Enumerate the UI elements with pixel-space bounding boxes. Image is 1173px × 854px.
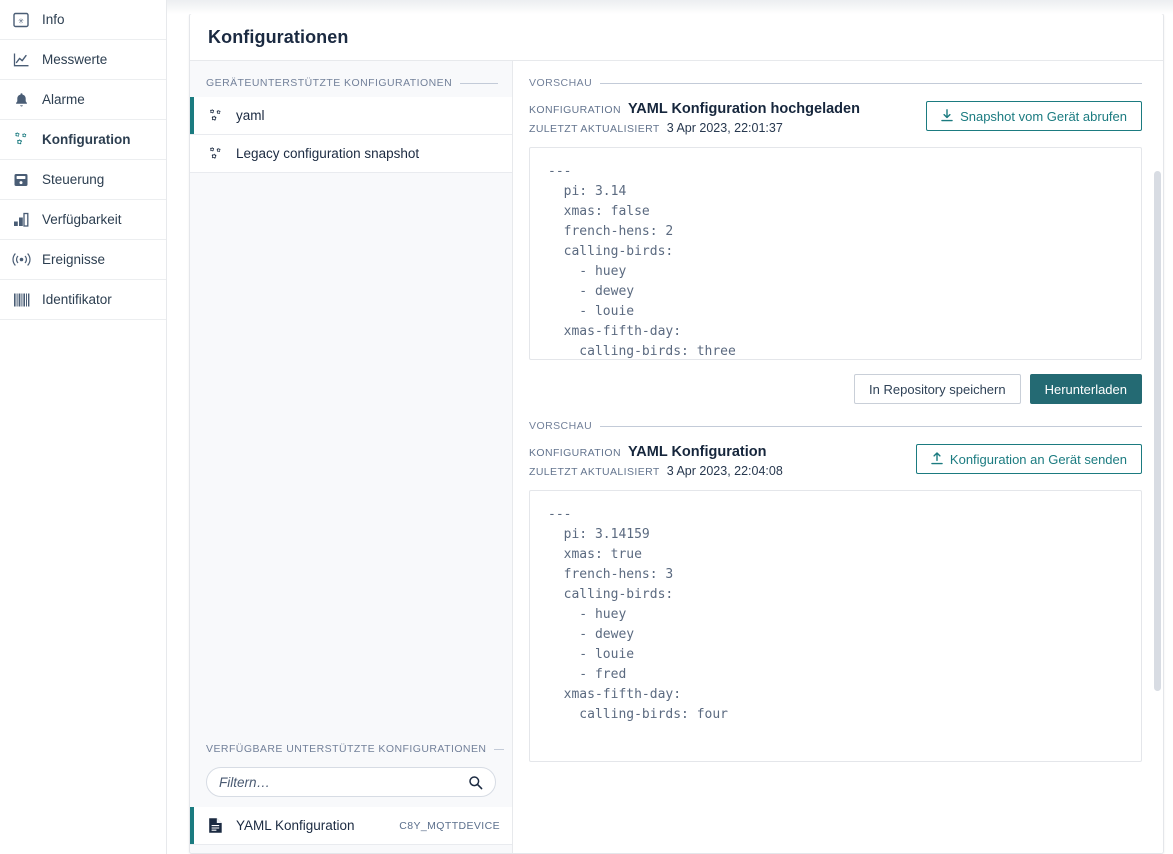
list-item-label: yaml xyxy=(236,107,265,123)
sidebar-item-label: Ereignisse xyxy=(42,251,106,267)
last-updated-key-label: ZULETZT AKTUALISIERT xyxy=(529,123,660,135)
broadcast-icon xyxy=(11,250,31,270)
search-icon[interactable] xyxy=(468,775,483,790)
filter-wrapper xyxy=(190,763,512,807)
card-body: GERÄTEUNTERSTÜTZTE KONFIGURATIONEN yaml … xyxy=(190,61,1163,853)
app-root: ✳ Info Messwerte Alarme Konfiguration St… xyxy=(0,0,1173,854)
preview-top-legend: VORSCHAU xyxy=(529,77,1142,89)
preview-column: VORSCHAU KONFIGURATION YAML Konfiguratio… xyxy=(513,61,1163,853)
filter-box[interactable] xyxy=(206,767,496,797)
legend-rule xyxy=(460,82,498,84)
send-configuration-button[interactable]: Konfiguration an Gerät senden xyxy=(915,444,1142,474)
configuration-key-label: KONFIGURATION xyxy=(529,104,621,116)
preview-bottom-code-box: --- pi: 3.14159 xmas: true french-hens: … xyxy=(529,490,1142,762)
preview-top-meta-text: KONFIGURATION YAML Konfiguration hochgel… xyxy=(529,101,860,135)
last-updated-row: ZULETZT AKTUALISIERT 3 Apr 2023, 22:01:3… xyxy=(529,121,860,135)
legend-rule xyxy=(600,425,1142,427)
sidebar-item-info[interactable]: ✳ Info xyxy=(0,0,166,40)
preview-bottom-code: --- pi: 3.14159 xmas: true french-hens: … xyxy=(548,507,729,722)
sidebar-item-verfuegbarkeit[interactable]: Verfügbarkeit xyxy=(0,200,166,240)
download-icon xyxy=(941,108,953,124)
file-document-icon xyxy=(206,817,224,835)
preview-top-code: --- pi: 3.14 xmas: false french-hens: 2 … xyxy=(548,164,736,359)
preview-bottom-legend: VORSCHAU xyxy=(529,420,1142,432)
preview-bottom: VORSCHAU KONFIGURATION YAML Konfiguratio… xyxy=(513,404,1163,762)
configuration-key-label: KONFIGURATION xyxy=(529,447,621,459)
last-updated-value: 3 Apr 2023, 22:01:37 xyxy=(666,121,783,135)
send-configuration-label: Konfiguration an Gerät senden xyxy=(949,451,1127,467)
last-updated-row: ZULETZT AKTUALISIERT 3 Apr 2023, 22:04:0… xyxy=(529,464,783,478)
gears-icon xyxy=(206,107,224,125)
configuration-list-column: GERÄTEUNTERSTÜTZTE KONFIGURATIONEN yaml … xyxy=(190,61,513,853)
preview-scrollbar[interactable] xyxy=(1153,61,1162,841)
device-supported-list: yaml Legacy configuration snapshot xyxy=(190,97,512,173)
bell-icon xyxy=(11,90,31,110)
sidebar-item-messwerte[interactable]: Messwerte xyxy=(0,40,166,80)
save-to-repository-button[interactable]: In Repository speichern xyxy=(854,374,1021,404)
sidebar: ✳ Info Messwerte Alarme Konfiguration St… xyxy=(0,0,167,854)
search-input[interactable] xyxy=(219,774,468,790)
sidebar-item-label: Steuerung xyxy=(42,171,105,187)
device-supported-legend: GERÄTEUNTERSTÜTZTE KONFIGURATIONEN xyxy=(190,61,512,97)
sidebar-item-label: Alarme xyxy=(42,91,85,107)
configuration-name-row: KONFIGURATION YAML Konfiguration xyxy=(529,444,783,460)
fetch-snapshot-label: Snapshot vom Gerät abrufen xyxy=(960,108,1127,124)
available-supported-list: YAML Konfiguration C8Y_MQTTDEVICE xyxy=(190,807,512,845)
fetch-snapshot-button[interactable]: Snapshot vom Gerät abrufen xyxy=(926,101,1142,131)
configuration-name: YAML Konfiguration xyxy=(627,444,767,460)
page-title: Konfigurationen xyxy=(208,26,349,47)
list-item-label: YAML Konfiguration xyxy=(236,817,355,833)
download-label: Herunterladen xyxy=(1044,381,1127,397)
device-control-icon xyxy=(11,170,31,190)
preview-scrollbar-thumb[interactable] xyxy=(1154,171,1161,691)
legend-label: VORSCHAU xyxy=(529,420,593,432)
legend-label: VORSCHAU xyxy=(529,77,593,89)
legend-rule xyxy=(494,748,505,750)
download-button[interactable]: Herunterladen xyxy=(1029,374,1142,404)
preview-top-meta: KONFIGURATION YAML Konfiguration hochgel… xyxy=(529,101,1142,135)
line-chart-icon xyxy=(11,50,31,70)
list-item-legacy-configuration-snapshot[interactable]: Legacy configuration snapshot xyxy=(190,135,512,173)
last-updated-value: 3 Apr 2023, 22:04:08 xyxy=(666,464,783,478)
upload-icon xyxy=(931,451,943,467)
available-supported-legend: VERFÜGBARE UNTERSTÜTZTE KONFIGURATIONEN xyxy=(190,727,512,763)
sidebar-item-identifikator[interactable]: Identifikator xyxy=(0,280,166,320)
list-item-yaml-konfiguration[interactable]: YAML Konfiguration C8Y_MQTTDEVICE xyxy=(190,807,512,845)
gears-icon xyxy=(11,130,31,150)
card-header: Konfigurationen xyxy=(190,14,1163,61)
sidebar-item-konfiguration[interactable]: Konfiguration xyxy=(0,120,166,160)
preview-top-code-box: --- pi: 3.14 xmas: false french-hens: 2 … xyxy=(529,147,1142,360)
bar-chart-icon xyxy=(11,210,31,230)
gears-icon xyxy=(206,145,224,163)
legend-rule xyxy=(600,82,1142,84)
configurations-card: Konfigurationen GERÄTEUNTERSTÜTZTE KONFI… xyxy=(189,13,1164,854)
sidebar-item-label: Messwerte xyxy=(42,51,108,67)
sidebar-item-label: Verfügbarkeit xyxy=(42,211,122,227)
last-updated-key-label: ZULETZT AKTUALISIERT xyxy=(529,466,660,478)
sidebar-item-label: Info xyxy=(42,11,65,27)
configuration-name: YAML Konfiguration hochgeladen xyxy=(627,101,860,117)
sidebar-item-label: Identifikator xyxy=(42,291,112,307)
info-badge-icon: ✳ xyxy=(11,10,31,30)
list-item-badge: C8Y_MQTTDEVICE xyxy=(399,819,500,832)
legend-label: VERFÜGBARE UNTERSTÜTZTE KONFIGURATIONEN xyxy=(206,743,487,755)
list-item-label: Legacy configuration snapshot xyxy=(236,145,420,161)
sidebar-item-steuerung[interactable]: Steuerung xyxy=(0,160,166,200)
configuration-name-row: KONFIGURATION YAML Konfiguration hochgel… xyxy=(529,101,860,117)
sidebar-item-alarme[interactable]: Alarme xyxy=(0,80,166,120)
list-item-yaml[interactable]: yaml xyxy=(190,97,512,135)
preview-top: VORSCHAU KONFIGURATION YAML Konfiguratio… xyxy=(513,61,1163,404)
preview-bottom-meta-text: KONFIGURATION YAML Konfiguration ZULETZT… xyxy=(529,444,783,478)
save-to-repository-label: In Repository speichern xyxy=(869,381,1006,397)
svg-text:✳: ✳ xyxy=(18,15,24,26)
preview-bottom-meta: KONFIGURATION YAML Konfiguration ZULETZT… xyxy=(529,444,1142,478)
sidebar-item-label: Konfiguration xyxy=(42,131,131,147)
barcode-icon xyxy=(11,290,31,310)
main-content: Konfigurationen GERÄTEUNTERSTÜTZTE KONFI… xyxy=(167,0,1173,854)
sidebar-item-ereignisse[interactable]: Ereignisse xyxy=(0,240,166,280)
preview-top-actions: In Repository speichern Herunterladen xyxy=(529,374,1142,404)
legend-label: GERÄTEUNTERSTÜTZTE KONFIGURATIONEN xyxy=(206,77,453,89)
